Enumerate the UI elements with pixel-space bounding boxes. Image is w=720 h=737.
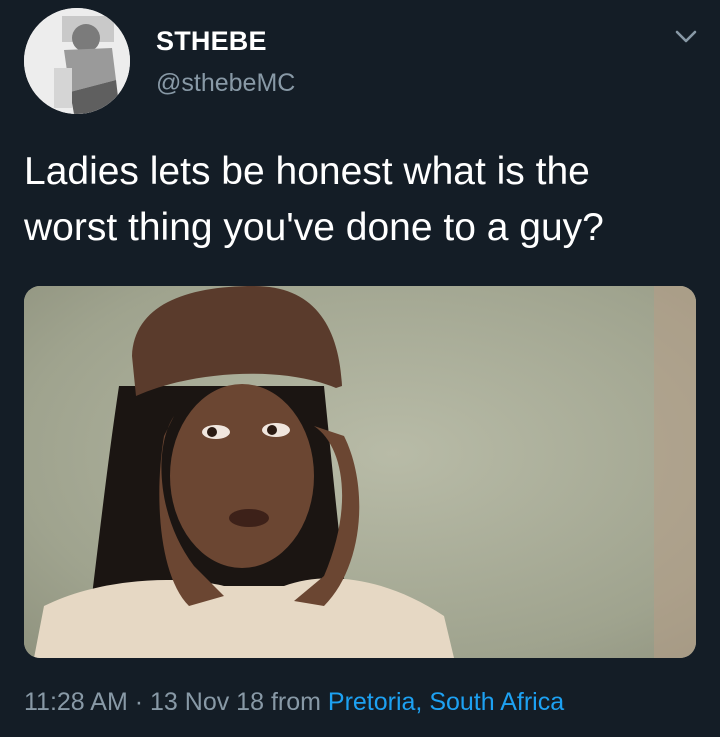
from-label: from xyxy=(270,688,321,716)
tweet-text: Ladies lets be honest what is the worst … xyxy=(24,150,604,249)
tweet-date: 13 Nov 18 xyxy=(150,688,264,716)
avatar-image xyxy=(24,8,130,114)
tweet-card: STHEBE @sthebeMC Ladies lets be honest w… xyxy=(0,0,720,737)
display-name[interactable]: STHEBE xyxy=(156,26,267,57)
tweet-time: 11:28 AM xyxy=(24,688,128,716)
tweet-media-image[interactable] xyxy=(24,286,696,658)
location-link[interactable]: Pretoria, South Africa xyxy=(328,688,564,716)
tweet-metadata: 11:28 AM · 13 Nov 18 from Pretoria, Sout… xyxy=(24,688,564,717)
chevron-down-icon[interactable] xyxy=(672,24,700,48)
avatar[interactable] xyxy=(24,8,130,114)
meta-separator: · xyxy=(134,688,144,716)
user-handle[interactable]: @sthebeMC xyxy=(156,69,295,98)
